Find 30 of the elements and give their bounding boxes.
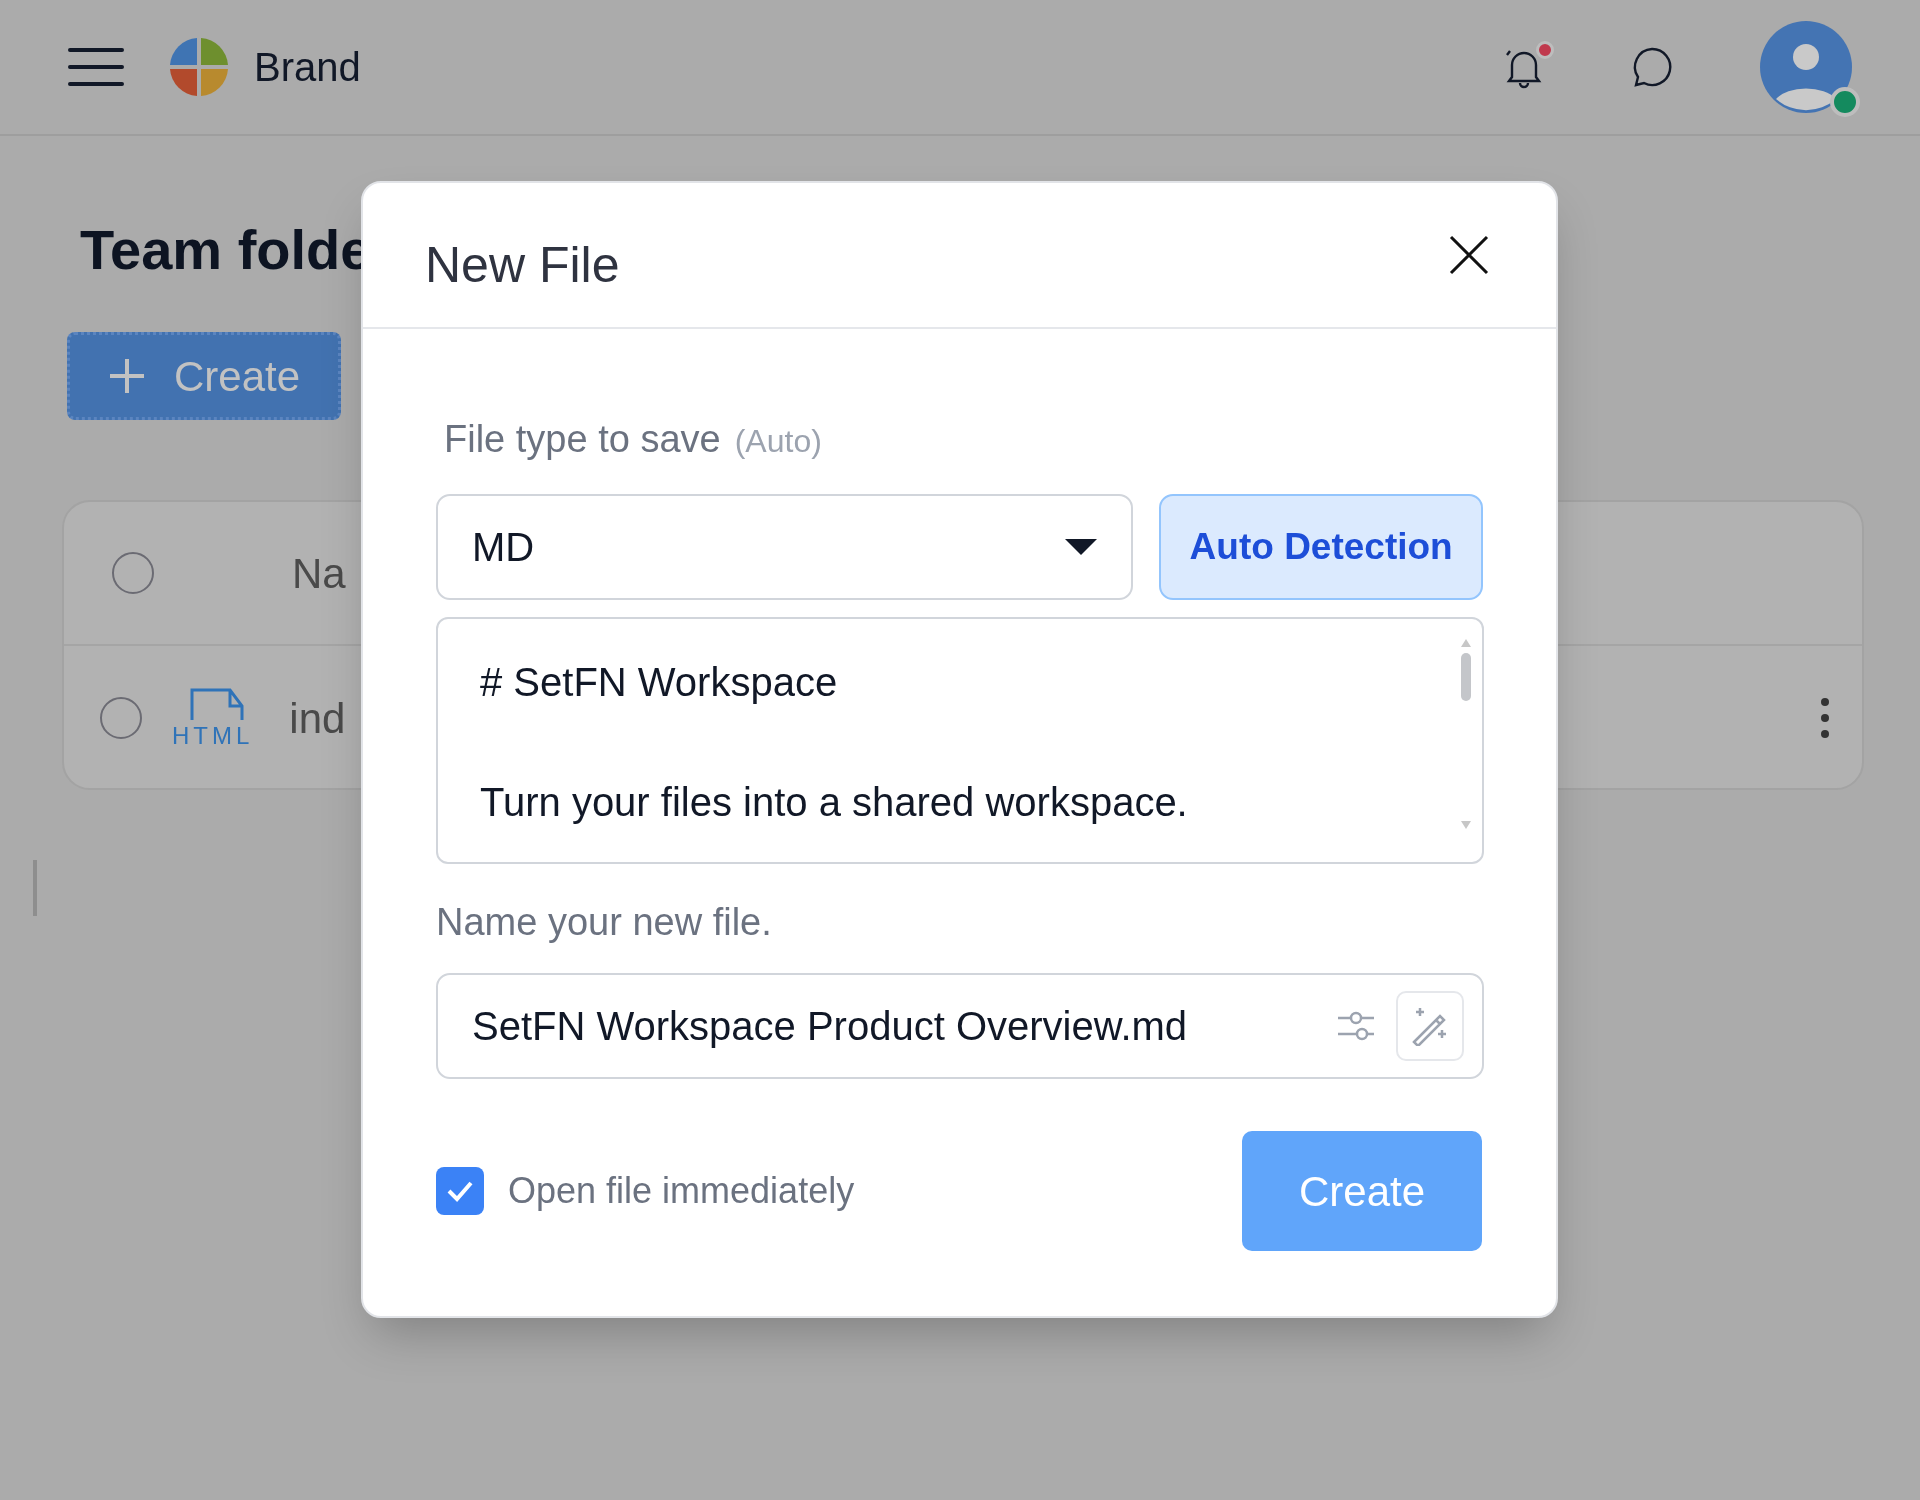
- file-type-hint: (Auto): [734, 422, 822, 461]
- sliders-icon[interactable]: [1338, 1010, 1374, 1042]
- row-checkbox[interactable]: [100, 697, 142, 739]
- close-icon[interactable]: [1448, 234, 1490, 276]
- plus-icon: [107, 357, 146, 395]
- content-text-area[interactable]: # SetFN Workspace Turn your files into a shared workspace.: [436, 617, 1484, 864]
- file-name: ind: [289, 693, 346, 744]
- dropdown-caret-icon: [1065, 539, 1098, 555]
- file-name-input[interactable]: SetFN Workspace Product Overview.md: [472, 996, 1338, 1056]
- file-type-label: HTML: [172, 722, 254, 750]
- column-header: Na: [292, 548, 346, 599]
- open-immediately-label: Open file immediately: [508, 1169, 855, 1213]
- magic-wand-button[interactable]: [1396, 991, 1464, 1061]
- puzzle-logo-icon: [168, 36, 230, 98]
- name-label: Name your new file.: [436, 900, 773, 945]
- dialog-title: New File: [425, 235, 620, 295]
- scrollbar-thumb[interactable]: [1461, 653, 1471, 701]
- row-checkbox[interactable]: [112, 552, 154, 594]
- menu-icon[interactable]: [68, 46, 124, 88]
- open-immediately-checkbox[interactable]: [436, 1167, 484, 1215]
- scroll-down-icon[interactable]: [1461, 821, 1471, 829]
- file-type-label: File type to save: [444, 417, 721, 462]
- auto-detection-button[interactable]: Auto Detection: [1159, 494, 1483, 600]
- scroll-up-icon[interactable]: [1461, 639, 1471, 647]
- checkmark-icon: [446, 1180, 474, 1202]
- brand-name: Brand: [254, 44, 361, 91]
- avatar-icon[interactable]: [1760, 21, 1852, 113]
- more-icon[interactable]: [1820, 697, 1830, 739]
- file-type-select[interactable]: MD: [436, 494, 1134, 600]
- file-name-field[interactable]: SetFN Workspace Product Overview.md: [436, 973, 1484, 1079]
